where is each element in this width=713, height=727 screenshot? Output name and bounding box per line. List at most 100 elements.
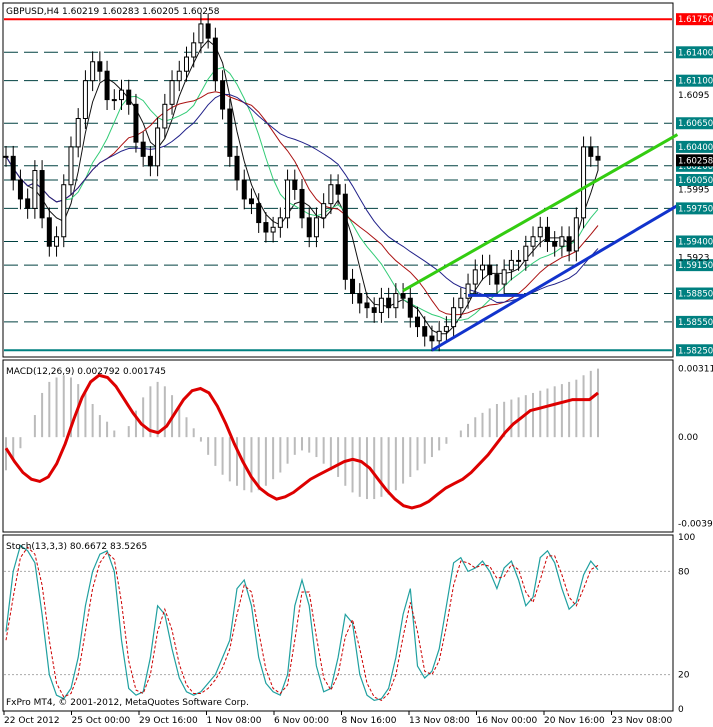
time-axis-label: 23 Nov 08:00 <box>612 716 673 726</box>
candle-body <box>176 70 182 82</box>
candle-body <box>277 217 283 228</box>
price-level-label: 1.61100 <box>678 77 713 87</box>
stoch-axis-tick: 100 <box>678 533 695 543</box>
candle-body <box>494 274 500 285</box>
candle-body <box>357 293 363 304</box>
stoch-axis-tick: 0 <box>678 705 684 715</box>
chart-svg: 1.61750 1.61400 1.61100 1.60650 1.60400 1.602… <box>0 0 713 727</box>
candle-body <box>371 307 377 313</box>
macd-axis-tick: 0.00311 <box>678 364 713 374</box>
candle-body <box>234 155 240 181</box>
price-level-label: 1.60650 <box>678 119 713 129</box>
time-axis-label: 20 Nov 16:00 <box>544 716 605 726</box>
candle-body <box>581 146 587 219</box>
time-axis-label: 29 Oct 16:00 <box>139 716 198 726</box>
candle-body <box>191 42 197 58</box>
candle-body <box>306 217 312 238</box>
chart-root: 1.61750 1.61400 1.61100 1.60650 1.60400 1.602… <box>0 0 713 727</box>
price-level-label: 1.59400 <box>678 237 713 247</box>
candle-body <box>220 80 226 110</box>
candle-body <box>3 155 9 158</box>
candle-body <box>451 307 457 328</box>
price-level-label: 1.58250 <box>678 346 713 356</box>
candle-body <box>472 269 478 285</box>
candle-body <box>133 103 139 143</box>
candle-body <box>537 226 543 238</box>
candle-body <box>523 245 529 261</box>
candle-body <box>248 198 254 205</box>
candle-body <box>169 80 175 105</box>
time-axis-label: 6 Nov 00:00 <box>274 716 329 726</box>
candle-body <box>292 179 298 190</box>
candle-body <box>39 170 45 219</box>
price-axis-tick: 1.5995 <box>678 185 710 195</box>
candle-body <box>429 335 435 342</box>
candle-body <box>443 326 449 332</box>
candle-body <box>508 259 514 271</box>
candle-body <box>335 184 341 195</box>
stoch-axis-tick: 80 <box>678 567 690 577</box>
candle-body <box>559 236 565 247</box>
candle-body <box>479 264 485 271</box>
candle-body <box>241 179 247 200</box>
candle-body <box>119 89 125 101</box>
candle-body <box>256 203 262 224</box>
candle-body <box>436 330 442 342</box>
candle-body <box>140 141 146 157</box>
candle-body <box>212 37 218 82</box>
candle-body <box>17 179 23 200</box>
candle-body <box>400 293 406 299</box>
candle-body <box>104 70 110 101</box>
stoch-header: Stoch(13,3,3) 80.6672 83.5265 <box>6 542 147 552</box>
candle-body <box>54 236 60 247</box>
copyright-text: FxPro MT4, © 2001-2012, MetaQuotes Softw… <box>6 698 249 708</box>
candle-body <box>573 217 579 252</box>
candle-body <box>90 61 96 82</box>
candle-body <box>321 203 327 219</box>
price-level-label: 1.61750 <box>678 15 713 25</box>
candle-body <box>386 297 392 309</box>
price-level-label: 1.59750 <box>678 204 713 214</box>
macd-axis-tick: -0.00390 <box>678 519 713 529</box>
candle-body <box>407 297 413 318</box>
candle-body <box>126 89 132 105</box>
candle-body <box>198 23 204 44</box>
time-axis-label: 25 Oct 00:00 <box>72 716 131 726</box>
time-axis-label: 8 Nov 16:00 <box>342 716 397 726</box>
candle-body <box>393 293 399 309</box>
candle-body <box>501 269 507 285</box>
candle-body <box>32 170 38 209</box>
candle-body <box>285 179 291 219</box>
candle-body <box>10 155 16 181</box>
candle-body <box>566 236 572 252</box>
candle-body <box>350 278 356 295</box>
candle-body <box>458 297 464 309</box>
candle-body <box>299 188 305 219</box>
candle-body <box>46 217 52 247</box>
candle-body <box>155 127 161 167</box>
symbol-header: GBPUSD,H4 1.60219 1.60283 1.60205 1.6025… <box>6 7 220 17</box>
candle-body <box>422 326 428 337</box>
candle-body <box>75 118 81 148</box>
candle-body <box>97 61 103 72</box>
candle-body <box>61 184 67 238</box>
candle-body <box>205 23 211 39</box>
candle-body <box>516 259 522 262</box>
candle-body <box>588 146 594 157</box>
candle-body <box>487 264 493 276</box>
price-level-label: 1.58850 <box>678 290 713 300</box>
candle-body <box>183 56 189 72</box>
macd-axis-tick: 0.00 <box>678 433 698 443</box>
time-axis-label: 1 Nov 08:00 <box>207 716 262 726</box>
candle-body <box>415 316 421 328</box>
candle-body <box>263 222 269 233</box>
price-axis-tick: 1.5923 <box>678 254 710 264</box>
candle-body <box>595 155 601 161</box>
candle-body <box>227 108 233 157</box>
price-level-label: 1.58550 <box>678 318 713 328</box>
candle-body <box>378 297 384 313</box>
candle-body <box>25 198 31 209</box>
candle-body <box>313 217 319 238</box>
candle-body <box>552 240 558 247</box>
candle-body <box>342 193 348 280</box>
